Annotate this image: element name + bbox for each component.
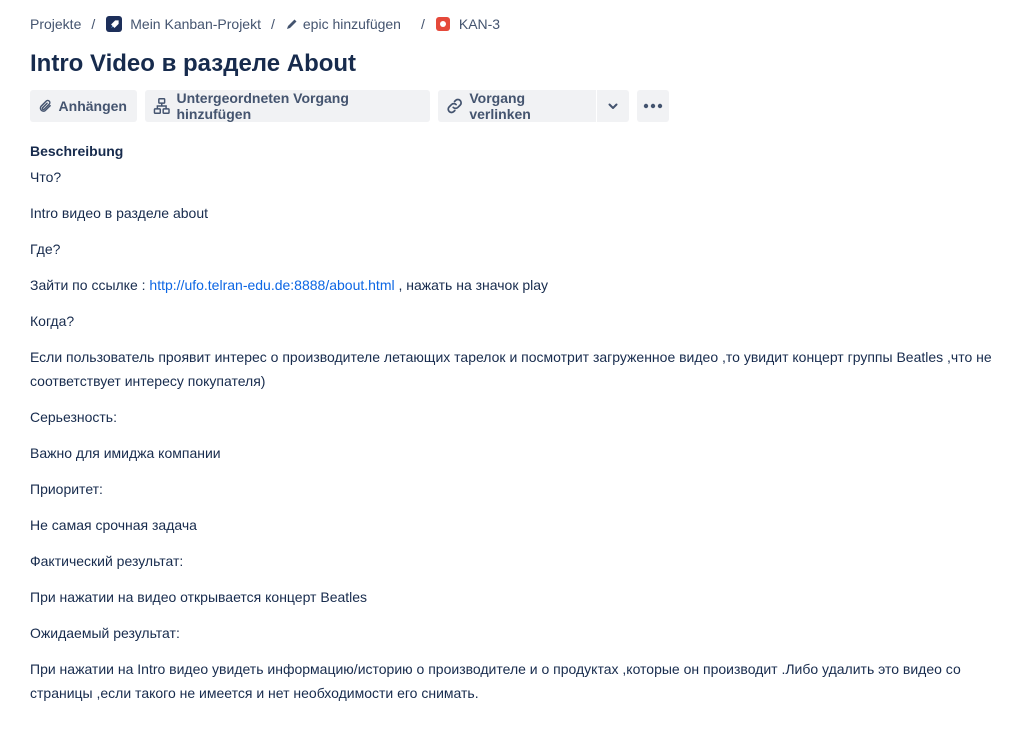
description-severity-label: Серьезность: (30, 409, 117, 425)
description-when-line2: соответствует интересу покупателя) (30, 373, 266, 389)
chevron-down-icon (608, 103, 618, 109)
link-issue-label: Vorgang verlinken (469, 90, 531, 122)
description-where-label: Где? (30, 241, 61, 257)
breadcrumb-project[interactable]: Mein Kanban-Projekt (106, 16, 261, 32)
breadcrumb-projects[interactable]: Projekte (30, 16, 81, 32)
description-what-label: Что? (30, 169, 62, 185)
bug-icon (435, 17, 450, 31)
description-priority-value: Не самая срочная задача (30, 517, 197, 533)
hierarchy-icon (153, 97, 170, 115)
description-expected-line1: При нажатии на Intro видео увидеть инфор… (30, 661, 961, 677)
description-when-line1: Если пользователь проявит интерес о прои… (30, 349, 992, 365)
description-when-label: Когда? (30, 313, 75, 329)
attach-label: Anhängen (58, 98, 127, 114)
description-severity-value: Важно для имиджа компании (30, 445, 221, 461)
breadcrumb: Projekte / Mein Kanban-Projekt / epic hi… (30, 14, 500, 34)
issue-toolbar: Anhängen Untergeordneten Vorgang hinzufü… (30, 90, 669, 122)
paperclip-icon (39, 99, 51, 112)
where-prefix: Зайти по ссылке : (30, 277, 150, 293)
description-priority-label: Приоритет: (30, 481, 103, 497)
description-actual-label: Фактический результат: (30, 553, 184, 569)
breadcrumb-epic-label: epic hinzufügen (302, 16, 401, 32)
breadcrumb-issue-key: KAN-3 (458, 16, 501, 32)
description-what-value: Intro видео в разделе about (30, 205, 209, 221)
breadcrumb-separator: / (91, 16, 96, 32)
link-icon (447, 98, 462, 114)
link-options-dropdown[interactable] (597, 90, 629, 122)
description-where-value: Зайти по ссылке : http://ufo.telran-edu.… (30, 273, 1005, 297)
more-icon (643, 103, 663, 109)
issue-title[interactable]: Intro Video в разделе About (30, 50, 356, 78)
rocket-icon (106, 16, 123, 32)
where-suffix: , нажать на значок play (394, 277, 549, 293)
breadcrumb-project-label: Mein Kanban-Projekt (130, 16, 261, 32)
pencil-icon (286, 18, 298, 30)
breadcrumb-separator: / (420, 16, 425, 32)
attach-button[interactable]: Anhängen (30, 90, 137, 122)
description-expected-line2: страницы ,если такого не имеется и нет н… (30, 685, 479, 701)
breadcrumb-epic[interactable]: epic hinzufügen (286, 16, 401, 32)
more-actions-button[interactable] (637, 90, 669, 122)
add-child-label: Untergeordneten Vorgang hinzufügen (176, 90, 349, 122)
add-child-issue-button[interactable]: Untergeordneten Vorgang hinzufügen (145, 90, 430, 122)
breadcrumb-separator: / (271, 16, 275, 32)
breadcrumb-issue[interactable]: KAN-3 (435, 16, 501, 32)
about-page-link[interactable]: http://ufo.telran-edu.de:8888/about.html (149, 277, 394, 293)
description-actual-value: При нажатии на видео открывается концерт… (30, 589, 368, 605)
link-issue-button[interactable]: Vorgang verlinken (438, 90, 596, 122)
description-heading: Beschreibung (30, 143, 124, 159)
description-expected-label: Ожидаемый результат: (30, 625, 180, 641)
